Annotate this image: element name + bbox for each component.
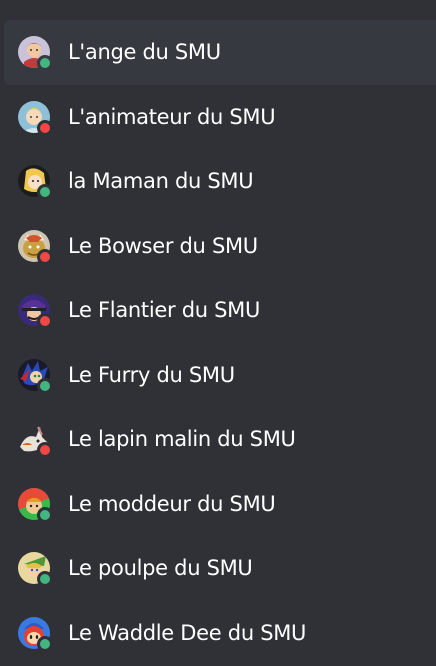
status-indicator [37,377,53,394]
status-indicator [37,506,53,523]
member-item[interactable]: Le moddeur du SMU [4,472,436,537]
member-name: Le lapin malin du SMU [68,427,296,452]
member-item[interactable]: Le Waddle Dee du SMU [4,601,436,666]
member-name: L'ange du SMU [68,40,221,65]
avatar[interactable] [18,358,53,394]
avatar[interactable] [18,616,53,652]
member-item[interactable]: Le lapin malin du SMU [4,407,436,472]
status-indicator [37,55,53,72]
status-indicator [37,442,53,459]
member-item[interactable]: Le Bowser du SMU [4,214,436,279]
member-item[interactable]: L'ange du SMU [4,20,436,85]
avatar[interactable] [18,552,53,588]
member-name: Le moddeur du SMU [68,491,276,516]
status-indicator [37,571,53,588]
member-name: Le Bowser du SMU [68,233,258,258]
avatar[interactable] [18,100,53,136]
member-name: Le poulpe du SMU [68,556,253,581]
member-name: Le Flantier du SMU [68,298,261,323]
avatar[interactable] [18,229,53,265]
avatar[interactable] [18,294,53,330]
avatar[interactable] [18,36,53,72]
status-indicator [37,313,53,330]
member-name: L'animateur du SMU [68,104,276,129]
member-item[interactable]: Le Furry du SMU [4,343,436,408]
status-indicator [37,248,53,265]
status-indicator [37,184,53,201]
member-item[interactable]: la Maman du SMU [4,149,436,214]
member-name: la Maman du SMU [68,169,254,194]
status-indicator [37,119,53,136]
member-item[interactable]: Le Flantier du SMU [4,278,436,343]
member-list: L'ange du SMU L'animateur du SMU la Mama… [0,0,436,666]
member-name: Le Waddle Dee du SMU [68,620,307,645]
member-item[interactable]: L'animateur du SMU [4,85,436,150]
avatar[interactable] [18,165,53,201]
avatar[interactable] [18,423,53,459]
status-indicator [37,635,53,652]
member-name: Le Furry du SMU [68,362,235,387]
member-item[interactable]: Le poulpe du SMU [4,536,436,601]
avatar[interactable] [18,487,53,523]
